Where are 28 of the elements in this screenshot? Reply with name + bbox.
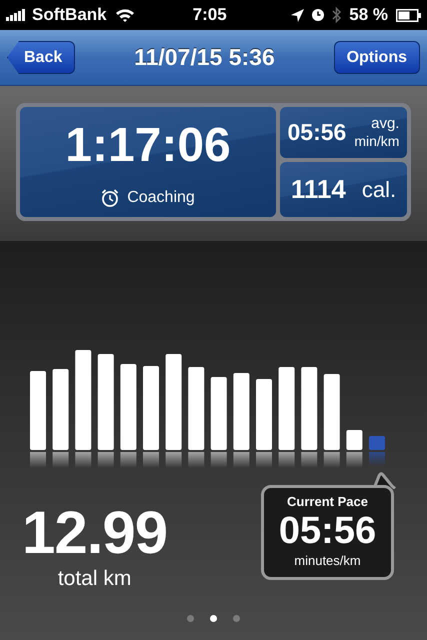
battery-percent: 58 % [349, 4, 388, 26]
options-button[interactable]: Options [334, 40, 420, 74]
back-button[interactable]: Back [7, 40, 76, 74]
wifi-icon [114, 8, 135, 22]
current-pace-title: Current Pace [286, 493, 369, 511]
battery-icon [396, 8, 421, 22]
nav-title: 11/07/15 5:36 [134, 43, 275, 72]
clock-time: 7:05 [192, 4, 227, 26]
page-dot[interactable] [210, 615, 217, 622]
page-dot[interactable] [233, 615, 240, 622]
avg-pace-value: 05:56 [288, 118, 346, 148]
alarm-clock-icon [101, 189, 120, 207]
current-pace-unit: minutes/km [293, 552, 362, 570]
carrier-name: SoftBank [32, 4, 107, 26]
pace-unit: min/km [354, 133, 400, 150]
duration-value: 1:17:06 [65, 122, 231, 170]
avg-label: avg. [371, 115, 400, 134]
coaching-label: Coaching [127, 188, 195, 208]
calories-unit: cal. [362, 176, 396, 204]
location-arrow-icon [291, 8, 304, 22]
calories-value: 1114 [290, 172, 346, 206]
page-dot[interactable] [187, 615, 194, 622]
bluetooth-icon [332, 7, 342, 23]
alarm-clock-icon [312, 9, 324, 21]
signal-icon [6, 9, 28, 21]
current-pace-value: 05:56 [278, 512, 378, 552]
distance-label: total km [58, 566, 132, 592]
distance-value: 12.99 [22, 503, 168, 563]
